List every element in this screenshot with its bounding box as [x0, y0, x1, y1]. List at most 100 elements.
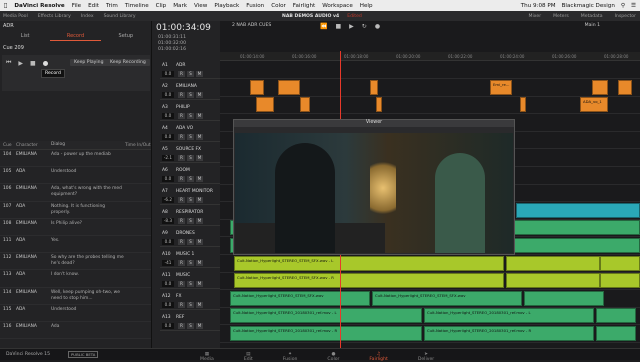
- track-lane[interactable]: Cult-Nation_Hyperlight_STEREO_STEM_SFX.w…: [220, 272, 640, 291]
- stop-icon[interactable]: ■: [335, 23, 341, 30]
- record-arm-button[interactable]: R: [178, 323, 185, 329]
- track-level[interactable]: 0.0: [162, 239, 174, 245]
- track-lane[interactable]: Cult-Nation_Hyperlight_STEREO_STEM_SFX.w…: [220, 290, 640, 308]
- audio-clip[interactable]: [376, 97, 382, 113]
- track-lane[interactable]: Cult-Nation_Hyperlight_STEREO_STEM_SFX.w…: [220, 255, 640, 273]
- keep-recording-button[interactable]: Keep Recording: [106, 59, 150, 66]
- menu-view[interactable]: View: [194, 3, 207, 9]
- track-level[interactable]: 0.0: [162, 71, 174, 77]
- audio-clip[interactable]: Cult-Nation_Hyperlight_STEREO_STEM_SFX.w…: [230, 290, 370, 306]
- audio-clip[interactable]: [300, 97, 310, 113]
- track-header-a2[interactable]: A2 EMILIANA 0.0 R S M: [160, 82, 220, 100]
- tab-list[interactable]: List: [0, 31, 50, 41]
- record-arm-button[interactable]: R: [178, 134, 185, 140]
- track-header-a11[interactable]: A11 MUSIC 0.0 R S M: [160, 271, 220, 289]
- tab-mixer[interactable]: Mixer: [529, 14, 542, 19]
- timecode[interactable]: 01:00:34:09: [152, 21, 220, 35]
- track-name[interactable]: FX: [176, 294, 182, 299]
- audio-clip[interactable]: [596, 326, 636, 341]
- track-name[interactable]: PHILIP: [176, 105, 190, 110]
- track-header-a8[interactable]: A8 RESPIRATOR -8.3 R S M: [160, 208, 220, 226]
- solo-button[interactable]: S: [187, 218, 194, 224]
- audio-clip[interactable]: Cult-Nation_Hyperlight_STEREO_20180301_r…: [230, 326, 422, 341]
- mute-button[interactable]: M: [196, 113, 203, 119]
- track-lane[interactable]: Emi_re...: [220, 79, 640, 97]
- cue-row[interactable]: 113 ADA I don't know.: [0, 270, 151, 288]
- solo-button[interactable]: S: [187, 113, 194, 119]
- tab-setup[interactable]: Setup: [101, 31, 151, 41]
- track-name[interactable]: ADA VO: [176, 126, 193, 131]
- record-arm-button[interactable]: R: [178, 260, 185, 266]
- track-lane[interactable]: [220, 61, 640, 79]
- solo-button[interactable]: S: [187, 71, 194, 77]
- track-level[interactable]: 0.0: [162, 134, 174, 140]
- mute-button[interactable]: M: [196, 71, 203, 77]
- page-fusion[interactable]: ✦ Fusion: [283, 349, 298, 362]
- solo-button[interactable]: S: [187, 176, 194, 182]
- page-edit[interactable]: ▤ Edit: [244, 349, 253, 362]
- cue-row[interactable]: 114 EMILIANA Well, keep pumping oh-two, we…: [0, 287, 151, 305]
- record-arm-button[interactable]: R: [178, 155, 185, 161]
- mute-button[interactable]: M: [196, 302, 203, 308]
- keep-playing-button[interactable]: Keep Playing: [70, 59, 108, 66]
- tab-record[interactable]: Record: [50, 31, 101, 41]
- menu-help[interactable]: Help: [360, 3, 373, 9]
- mute-button[interactable]: M: [196, 197, 203, 203]
- page-media[interactable]: ▦ Media: [200, 349, 214, 362]
- menu-app-name[interactable]: DaVinci Resolve: [14, 3, 64, 9]
- cue-row[interactable]: 104 EMILIANA Ada - power up the mediab: [0, 150, 151, 168]
- track-header-a12[interactable]: A12 FX 0.0 R S M: [160, 292, 220, 310]
- solo-button[interactable]: S: [187, 197, 194, 203]
- track-level[interactable]: 0.0: [162, 323, 174, 329]
- bus-selector[interactable]: Main 1: [585, 23, 600, 28]
- track-lane[interactable]: Cult-Nation_Hyperlight_STEREO_20180301_r…: [220, 325, 640, 343]
- mute-button[interactable]: M: [196, 176, 203, 182]
- cue-row[interactable]: 112 EMILIANA So why are the probes telling…: [0, 253, 151, 271]
- track-name[interactable]: EMILIANA: [176, 84, 197, 89]
- track-name[interactable]: DRONES: [176, 231, 195, 236]
- record-icon[interactable]: ●: [375, 23, 380, 30]
- menu-edit[interactable]: Edit: [88, 3, 99, 9]
- col-cue[interactable]: Cue: [0, 143, 16, 148]
- track-lane[interactable]: ADA_vo_1: [220, 96, 640, 115]
- viewer-window[interactable]: Viewer: [233, 119, 515, 255]
- cue-row[interactable]: 111 ADA Yes.: [0, 236, 151, 254]
- audio-clip[interactable]: [256, 97, 274, 113]
- loop-icon[interactable]: ↻: [362, 23, 367, 30]
- record-arm-button[interactable]: R: [178, 197, 185, 203]
- tab-inspector[interactable]: Inspector: [615, 14, 636, 19]
- track-header-a13[interactable]: A13 REF 0.0 R S M: [160, 313, 220, 331]
- mute-button[interactable]: M: [196, 323, 203, 329]
- menu-list-icon[interactable]: ☰: [631, 3, 636, 9]
- page-fairlight[interactable]: ♫ Fairlight: [369, 349, 387, 362]
- audio-clip[interactable]: ADA_vo_1: [580, 97, 608, 113]
- track-name[interactable]: REF: [176, 315, 184, 320]
- audio-clip[interactable]: [596, 308, 636, 324]
- track-header-a9[interactable]: A9 DRONES 0.0 R S M: [160, 229, 220, 247]
- menu-fairlight[interactable]: Fairlight: [293, 3, 315, 9]
- track-header-a4[interactable]: A4 ADA VO 0.0 R S M: [160, 124, 220, 142]
- audio-clip[interactable]: [250, 79, 264, 95]
- play-icon[interactable]: ▶: [349, 23, 354, 30]
- track-level[interactable]: 0.0: [162, 302, 174, 308]
- track-level[interactable]: 0.0: [162, 281, 174, 287]
- timeline-name[interactable]: 2 NAB ADR CUES: [220, 23, 300, 28]
- track-name[interactable]: MUSIC 1: [176, 252, 194, 257]
- menu-timeline[interactable]: Timeline: [125, 3, 149, 9]
- apple-icon[interactable]: : [4, 3, 7, 9]
- menu-fusion[interactable]: Fusion: [246, 3, 264, 9]
- audio-clip[interactable]: [524, 290, 604, 306]
- solo-button[interactable]: S: [187, 260, 194, 266]
- menu-color[interactable]: Color: [271, 3, 286, 9]
- audio-clip[interactable]: [592, 79, 608, 95]
- menu-playback[interactable]: Playback: [214, 3, 239, 9]
- audio-clip[interactable]: Cult-Nation_Hyperlight_STEREO_20180301_r…: [424, 308, 594, 324]
- cue-row[interactable]: 106 EMILIANA Ada, what's wrong with the me…: [0, 184, 151, 202]
- audio-clip[interactable]: Emi_re...: [490, 79, 512, 95]
- mute-button[interactable]: M: [196, 260, 203, 266]
- track-name[interactable]: SOURCE FX: [176, 147, 201, 152]
- tab-media-pool[interactable]: Media Pool: [3, 14, 28, 19]
- mute-button[interactable]: M: [196, 92, 203, 98]
- record-arm-button[interactable]: R: [178, 302, 185, 308]
- solo-button[interactable]: S: [187, 134, 194, 140]
